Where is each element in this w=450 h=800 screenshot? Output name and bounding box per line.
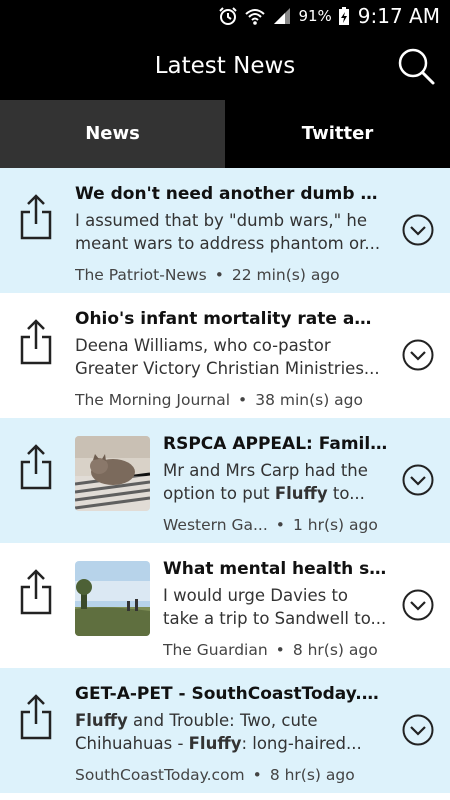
alarm-icon	[219, 7, 238, 25]
article-meta: Western Ga... • 1 hr(s) ago	[163, 516, 378, 534]
article-source: SouthCoastToday.com	[75, 766, 245, 784]
share-icon[interactable]	[18, 442, 54, 492]
battery-percent: 91%	[298, 7, 332, 25]
signal-icon	[274, 8, 291, 24]
chevron-down-icon[interactable]	[402, 714, 434, 746]
snippet-text: I assumed that by "dumb wars," he meant …	[75, 211, 381, 253]
article-time: 22 min(s) ago	[231, 266, 340, 284]
list-item[interactable]: GET-A-PET - SouthCoastToday.com Fluffy an…	[0, 668, 450, 793]
snippet-text: to...	[327, 484, 365, 503]
chevron-down-icon[interactable]	[402, 464, 434, 496]
article-headline: RSPCA APPEAL: Family...	[163, 434, 388, 454]
article-snippet: I would urge Davies to take a trip to Sa…	[163, 584, 388, 630]
article-thumbnail	[75, 436, 150, 511]
tab-bar: News Twitter	[0, 100, 450, 168]
snippet-text: I would urge Davies to take a trip to Sa…	[163, 586, 387, 628]
share-icon[interactable]	[18, 317, 54, 367]
separator-dot: •	[238, 391, 248, 409]
article-snippet: Deena Williams, who co-pastor Greater Vi…	[75, 334, 388, 380]
separator-dot: •	[214, 266, 224, 284]
list-item[interactable]: Ohio's infant mortality rate among... Dee…	[0, 293, 450, 418]
snippet-highlight: Fluffy	[274, 484, 328, 503]
article-time: 1 hr(s) ago	[292, 516, 378, 534]
snippet-text: : long-haired...	[241, 734, 362, 753]
tab-news[interactable]: News	[0, 100, 225, 168]
list-item[interactable]: RSPCA APPEAL: Family... Mr and Mrs Carp h…	[0, 418, 450, 543]
share-icon[interactable]	[18, 567, 54, 617]
share-icon[interactable]	[18, 192, 54, 242]
article-thumbnail	[75, 561, 150, 636]
share-icon[interactable]	[18, 692, 54, 742]
battery-charging-icon	[338, 7, 349, 25]
separator-dot: •	[275, 516, 285, 534]
news-list: We don't need another dumb war:... I assu…	[0, 168, 450, 800]
article-snippet: Mr and Mrs Carp had the option to put Fl…	[163, 459, 388, 505]
article-snippet: I assumed that by "dumb wars," he meant …	[75, 209, 388, 255]
page-title: Latest News	[154, 53, 296, 79]
search-icon[interactable]	[396, 46, 436, 86]
article-meta: The Morning Journal • 38 min(s) ago	[75, 391, 363, 409]
article-meta: The Guardian • 8 hr(s) ago	[163, 641, 378, 659]
chevron-down-icon[interactable]	[402, 589, 434, 621]
separator-dot: •	[252, 766, 262, 784]
status-bar: 91% 9:17 AM	[0, 0, 450, 32]
list-item[interactable]: We don't need another dumb war:... I assu…	[0, 168, 450, 293]
article-time: 38 min(s) ago	[255, 391, 363, 409]
app-bar: Latest News	[0, 32, 450, 100]
article-headline: GET-A-PET - SouthCoastToday.com	[75, 684, 388, 704]
tab-twitter[interactable]: Twitter	[225, 100, 450, 168]
article-source: Western Ga...	[163, 516, 268, 534]
snippet-highlight: Fluffy	[75, 711, 128, 730]
separator-dot: •	[275, 641, 285, 659]
list-item[interactable]: What mental health serv... I would urge D…	[0, 543, 450, 668]
article-source: The Guardian	[163, 641, 268, 659]
article-headline: Ohio's infant mortality rate among...	[75, 309, 388, 329]
article-headline: We don't need another dumb war:...	[75, 184, 388, 204]
article-source: The Morning Journal	[75, 391, 231, 409]
article-meta: The Patriot-News • 22 min(s) ago	[75, 266, 340, 284]
chevron-down-icon[interactable]	[402, 214, 434, 246]
article-time: 8 hr(s) ago	[269, 766, 355, 784]
clock: 9:17 AM	[357, 4, 440, 28]
wifi-icon	[245, 9, 266, 25]
article-snippet: Fluffy and Trouble: Two, cute Chihuahuas…	[75, 709, 388, 755]
snippet-highlight: Fluffy	[188, 734, 242, 753]
snippet-text: Deena Williams, who co-pastor Greater Vi…	[75, 336, 380, 378]
article-time: 8 hr(s) ago	[292, 641, 378, 659]
article-source: The Patriot-News	[75, 266, 207, 284]
chevron-down-icon[interactable]	[402, 339, 434, 371]
article-headline: What mental health serv...	[163, 559, 388, 579]
article-meta: SouthCoastToday.com • 8 hr(s) ago	[75, 766, 355, 784]
